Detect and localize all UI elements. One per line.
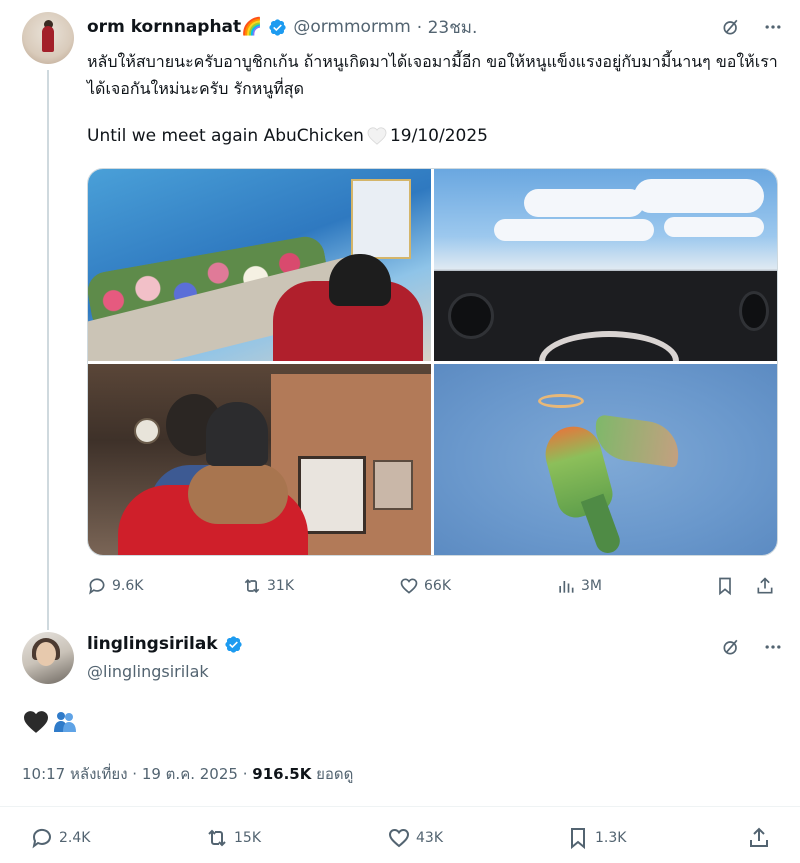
tweet1-reply-count: 9.6K [112, 578, 144, 594]
more-icon[interactable] [762, 636, 784, 658]
tweet2-views-label: ยอดดู [316, 765, 354, 783]
tweet1-text-english: Until we meet again AbuChicken 19/10/202… [87, 126, 488, 146]
photo-couple-room[interactable] [88, 363, 431, 555]
tweet1-timestamp[interactable]: · 23ชม. [417, 14, 478, 41]
bookmark-icon [571, 828, 585, 850]
divider [0, 806, 800, 807]
avatar-linglingsirilak[interactable] [22, 632, 74, 684]
bookmark-icon [719, 577, 731, 596]
tweet2-like-button[interactable]: 43K [387, 826, 443, 850]
tweet2-top-actions [720, 636, 784, 658]
tweet1-retweet-button[interactable]: 31K [242, 576, 294, 596]
retweet-icon [208, 829, 226, 847]
tweet1-bookmark-button[interactable] [715, 576, 735, 596]
tweet1-reply-button[interactable]: 9.6K [87, 576, 143, 596]
tweet2-views-count: 916.5K [252, 765, 312, 783]
tweet2-timestamp[interactable]: 10:17 หลังเที่ยง · 19 ต.ค. 2025 · [22, 765, 247, 783]
grok-icon[interactable] [720, 636, 742, 658]
tweet1-like-count: 66K [424, 578, 451, 594]
tweet2-name-row: linglingsirilak [87, 634, 243, 654]
more-icon[interactable] [762, 16, 784, 38]
tweet2-share-button[interactable] [747, 826, 771, 850]
tweet1-retweet-count: 31K [267, 578, 294, 594]
tweet2-reply-button[interactable]: 2.4K [30, 826, 90, 850]
thread-connector-line [47, 70, 49, 630]
tweet1-header: orm kornnaphat🌈 @ormmormm · 23ชม. [87, 14, 477, 40]
tweet2-retweet-button[interactable]: 15K [205, 826, 261, 850]
tweet2-retweet-count: 15K [234, 830, 261, 846]
tweet1-top-actions [720, 16, 784, 38]
like-icon [400, 578, 418, 594]
share-icon [750, 827, 768, 847]
tweet2-engagement-bar: 2.4K 15K 43K 1.3K [0, 826, 800, 854]
verified-badge-icon [225, 635, 242, 653]
tweet2-meta: 10:17 หลังเที่ยง · 19 ต.ค. 2025 · 916.5K… [22, 762, 353, 786]
photo-car-sky[interactable] [434, 169, 777, 361]
tweet1-media-grid [87, 168, 778, 556]
tweet2-text: 🖤🫂 [22, 710, 78, 734]
tweet2-reply-count: 2.4K [59, 830, 91, 846]
tweet1-views-count: 3M [581, 578, 602, 594]
tweet1-text-thai: หลับให้สบายนะครับอาบูชิกเก้น ถ้าหนูเกิดม… [87, 52, 778, 98]
share-icon [757, 577, 773, 594]
reply-icon [89, 578, 105, 595]
black-heart-icon [24, 711, 48, 733]
verified-badge-icon [269, 18, 286, 36]
tweet1-display-name[interactable]: orm kornnaphat🌈 [87, 17, 262, 37]
white-heart-icon [367, 127, 387, 145]
tweet2-display-name[interactable]: linglingsirilak [87, 634, 218, 654]
tweet1-views-button[interactable]: 3M [556, 576, 602, 596]
tweet2-bookmark-count: 1.3K [595, 830, 627, 846]
tweet1-text-en: Until we meet again AbuChicken [87, 126, 364, 146]
tweet2-handle[interactable]: @linglingsirilak [87, 662, 209, 681]
like-icon [388, 828, 410, 848]
photo-shrine-memorial[interactable] [88, 169, 431, 361]
views-icon [559, 581, 574, 593]
hug-emoji-icon [54, 712, 76, 732]
tweet2-like-count: 43K [416, 830, 443, 846]
retweet-icon [244, 578, 260, 594]
tweet1-like-button[interactable]: 66K [399, 576, 451, 596]
photo-angel-parrot[interactable] [434, 363, 777, 555]
tweet1-date-text: 19/10/2025 [389, 126, 488, 146]
tweet1-handle[interactable]: @ormmormm [293, 17, 410, 37]
avatar-ormmormm[interactable] [22, 12, 74, 64]
tweet2-bookmark-button[interactable]: 1.3K [566, 826, 626, 850]
grok-icon[interactable] [720, 16, 742, 38]
reply-icon [32, 828, 51, 849]
tweet1-share-button[interactable] [755, 576, 775, 596]
